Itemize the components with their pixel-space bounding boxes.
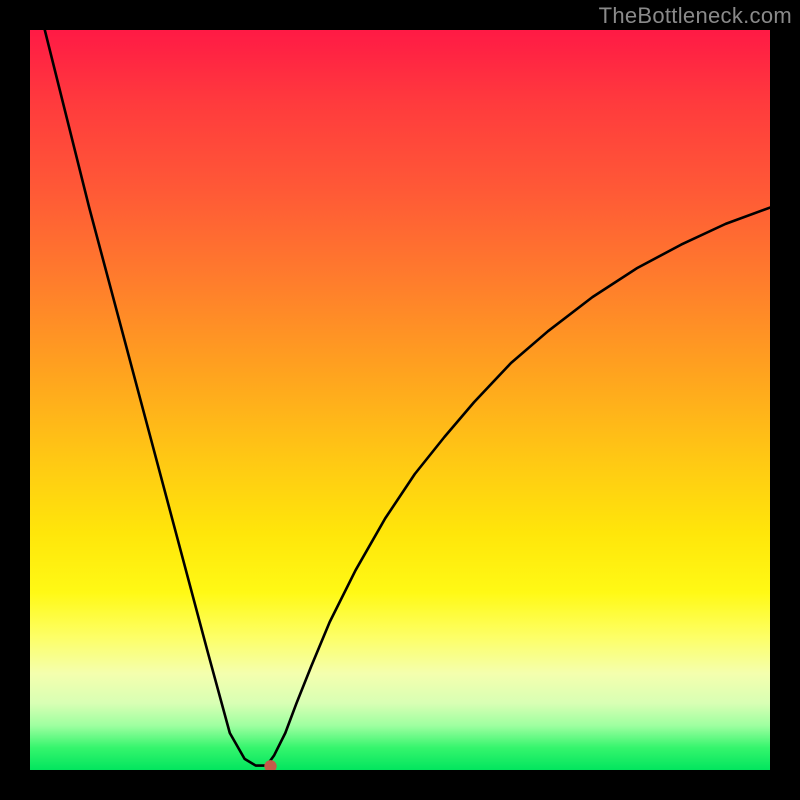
watermark-text: TheBottleneck.com (599, 3, 792, 29)
chart-frame: TheBottleneck.com (0, 0, 800, 800)
chart-plot-area (30, 30, 770, 770)
bottleneck-curve (45, 30, 770, 766)
optimal-point-marker (264, 760, 276, 770)
chart-svg (30, 30, 770, 770)
